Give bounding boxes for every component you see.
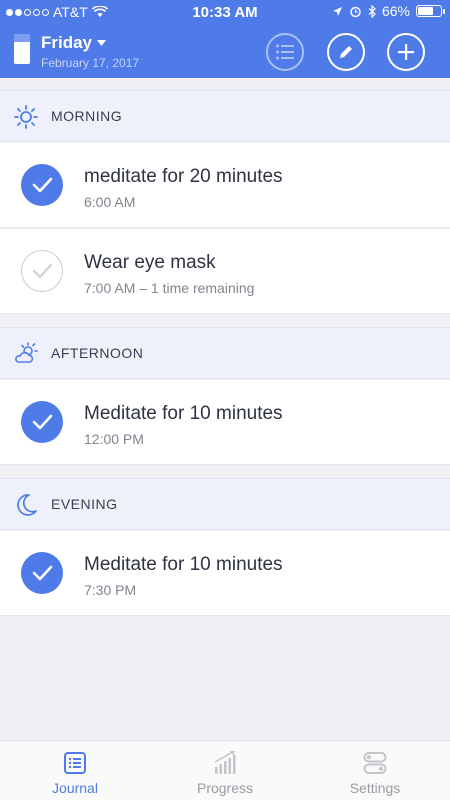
caret-down-icon xyxy=(97,40,107,46)
alarm-icon xyxy=(350,6,361,17)
list-item[interactable]: Meditate for 10 minutes 12:00 PM xyxy=(0,380,450,465)
completed-check-button[interactable] xyxy=(21,401,63,443)
day-label: Friday xyxy=(41,33,93,52)
add-button[interactable] xyxy=(387,33,425,71)
section-title: MORNING xyxy=(51,108,123,124)
settings-toggles-icon xyxy=(363,752,387,774)
tab-label: Settings xyxy=(349,780,401,796)
tab-journal[interactable]: Journal xyxy=(0,741,150,800)
section-header-evening: EVENING xyxy=(0,478,450,530)
item-title: Meditate for 10 minutes xyxy=(84,554,283,575)
plus-icon xyxy=(398,44,414,60)
item-title: meditate for 20 minutes xyxy=(84,166,283,187)
item-subtitle: 6:00 AM xyxy=(84,194,136,210)
list-view-button[interactable] xyxy=(266,33,304,71)
item-title: Meditate for 10 minutes xyxy=(84,403,283,424)
journal-icon xyxy=(64,752,86,774)
edit-button[interactable] xyxy=(327,33,365,71)
section-header-morning: MORNING xyxy=(0,90,450,142)
tab-settings[interactable]: Settings xyxy=(300,741,450,800)
item-subtitle: 12:00 PM xyxy=(84,431,144,447)
moon-icon xyxy=(17,494,37,516)
section-title: AFTERNOON xyxy=(51,345,144,361)
list-item[interactable]: Meditate for 10 minutes 7:30 PM xyxy=(0,531,450,616)
tab-progress[interactable]: Progress xyxy=(150,741,300,800)
progress-chart-icon xyxy=(214,751,236,774)
checkmark-icon xyxy=(33,264,52,278)
tab-bar: Journal Progress Settings xyxy=(0,740,450,800)
pencil-icon xyxy=(340,46,352,58)
item-subtitle: 7:00 AM – 1 time remaining xyxy=(84,280,255,296)
section-header-afternoon: AFTERNOON xyxy=(0,327,450,379)
location-arrow-icon xyxy=(332,6,342,16)
bluetooth-icon xyxy=(368,4,376,18)
incomplete-check-button[interactable] xyxy=(21,250,63,292)
list-item[interactable]: meditate for 20 minutes 6:00 AM xyxy=(0,143,450,228)
battery-icon xyxy=(416,5,445,17)
app-header: AT&T 10:33 AM 66% Friday February 17, 20… xyxy=(0,0,450,78)
checkmark-icon xyxy=(32,565,53,581)
list-icon xyxy=(276,44,294,60)
tab-label: Progress xyxy=(196,780,254,796)
sun-icon xyxy=(14,105,38,129)
date-label: February 17, 2017 xyxy=(41,56,140,70)
status-bar: AT&T 10:33 AM 66% xyxy=(0,0,450,24)
battery-percent: 66% xyxy=(381,3,410,19)
checkmark-icon xyxy=(32,177,53,193)
section-title: EVENING xyxy=(51,496,118,512)
completed-check-button[interactable] xyxy=(21,164,63,206)
item-title: Wear eye mask xyxy=(84,252,216,273)
checkmark-icon xyxy=(32,414,53,430)
calendar-day-icon xyxy=(14,34,30,64)
tab-label: Journal xyxy=(52,780,98,796)
completed-check-button[interactable] xyxy=(21,552,63,594)
list-item[interactable]: Wear eye mask 7:00 AM – 1 time remaining xyxy=(0,229,450,314)
partly-cloudy-icon xyxy=(15,342,38,363)
day-picker[interactable]: Friday xyxy=(41,33,107,53)
item-subtitle: 7:30 PM xyxy=(84,582,137,598)
